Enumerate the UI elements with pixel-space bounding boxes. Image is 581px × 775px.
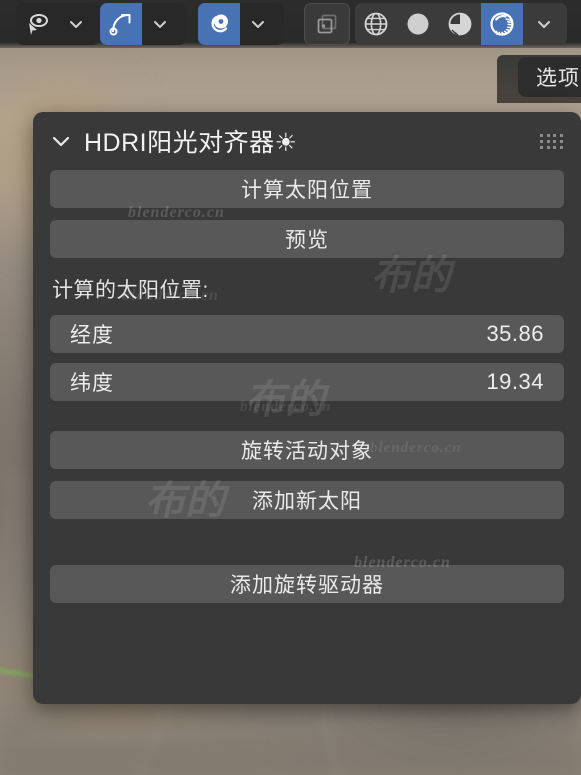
latitude-label: 纬度 [70, 372, 114, 395]
viewport-header-toolbar [0, 0, 581, 48]
shading-material-preview-button[interactable] [439, 3, 481, 45]
overlays-group [198, 3, 284, 45]
calculate-sun-position-button[interactable]: 计算太阳位置 [50, 170, 564, 208]
visibility-group [16, 3, 100, 45]
options-button[interactable]: 选项 [518, 57, 581, 97]
gizmo-group [100, 3, 186, 45]
gizmo-dropdown-chevron[interactable] [142, 3, 178, 45]
xray-group [304, 3, 350, 45]
grip-dots-icon[interactable] [540, 134, 564, 150]
shading-group [355, 3, 567, 45]
add-new-sun-label: 添加新太阳 [252, 490, 362, 513]
overlays-dropdown-chevron[interactable] [240, 3, 276, 45]
longitude-row[interactable]: 经度 35.86 [50, 315, 564, 353]
panel-title: HDRI阳光对齐器☀ [84, 129, 298, 157]
longitude-label: 经度 [70, 324, 114, 347]
panel-body: 计算太阳位置 预览 计算的太阳位置: 经度 35.86 纬度 19.34 旋转活… [33, 170, 581, 603]
preview-label: 预览 [285, 229, 329, 252]
options-button-label: 选项 [536, 67, 580, 90]
latitude-value: 19.34 [486, 369, 544, 394]
rotate-active-object-button[interactable]: 旋转活动对象 [50, 431, 564, 469]
longitude-value: 35.86 [486, 321, 544, 346]
shading-dropdown-chevron[interactable] [523, 3, 565, 45]
object-types-visibility-button[interactable] [16, 3, 58, 45]
overlays-toggle-button[interactable] [198, 3, 240, 45]
gizmo-toggle-button[interactable] [100, 3, 142, 45]
panel-header[interactable]: HDRI阳光对齐器☀ [33, 112, 581, 170]
shading-solid-button[interactable] [397, 3, 439, 45]
chevron-down-icon[interactable] [50, 130, 72, 152]
add-new-sun-button[interactable]: 添加新太阳 [50, 481, 564, 519]
shading-wireframe-button[interactable] [355, 3, 397, 45]
screenshot-root: 选项 HDRI阳光对齐器☀ 计算太阳位置 预览 计算的太阳位置: 经度 35.8… [0, 0, 581, 775]
latitude-row[interactable]: 纬度 19.34 [50, 363, 564, 401]
shading-rendered-button[interactable] [481, 3, 523, 45]
xray-toggle-button[interactable] [305, 3, 349, 45]
calculated-sun-position-label: 计算的太阳位置: [52, 279, 209, 302]
rotate-active-object-label: 旋转活动对象 [241, 440, 373, 463]
hdri-sun-aligner-panel: HDRI阳光对齐器☀ 计算太阳位置 预览 计算的太阳位置: 经度 35.86 纬… [33, 112, 581, 704]
add-rotation-driver-button[interactable]: 添加旋转驱动器 [50, 565, 564, 603]
visibility-dropdown-chevron[interactable] [58, 3, 94, 45]
preview-button[interactable]: 预览 [50, 220, 564, 258]
calculate-sun-position-label: 计算太阳位置 [241, 179, 373, 202]
add-rotation-driver-label: 添加旋转驱动器 [230, 574, 384, 597]
